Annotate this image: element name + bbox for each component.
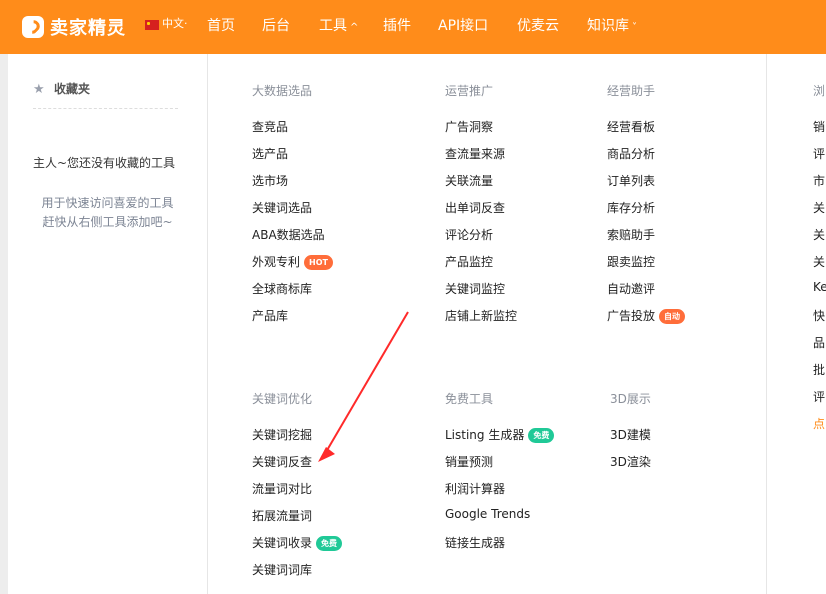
nav-api[interactable]: API接口 [438,14,488,38]
tool-link[interactable]: 索赔助手 [607,226,655,243]
tool-link[interactable]: 销量预测 [445,453,493,470]
top-navbar: 卖家精灵 中文· 首页 后台 工具 ^ 插件 API接口 优麦云 知识库 ˅ [0,0,826,54]
tool-link-partial[interactable]: 关 [813,199,825,216]
free-badge: 免费 [316,536,343,551]
tool-link-partial[interactable]: 快 [813,307,825,324]
nav-youmaiyun[interactable]: 优麦云 [517,14,559,38]
section-title-partial: 浏 [813,84,826,98]
logo-text: 卖家精灵 [50,18,126,39]
nav-admin[interactable]: 后台 [262,14,290,38]
tool-link[interactable]: 利润计算器 [445,480,505,497]
tool-link-partial[interactable]: Ke [813,280,826,294]
section-title: 经营助手 [607,84,656,98]
divider [33,108,178,109]
china-flag-icon[interactable] [145,20,159,30]
nav-knowledge-base[interactable]: 知识库 ˅ [587,14,637,38]
tool-link[interactable]: 关键词词库 [252,561,312,578]
tool-link[interactable]: 3D渲染 [610,453,651,470]
chevron-up-icon: ^ [350,22,359,33]
tool-link-partial[interactable]: 品 [813,334,825,351]
tool-link[interactable]: 订单列表 [607,172,655,189]
favorites-empty-message: 主人~您还没有收藏的工具 [33,156,176,170]
tool-link[interactable]: 产品库 [252,307,288,324]
hot-badge: HOT [304,255,333,270]
nav-plugins[interactable]: 插件 [383,14,411,38]
favorites-title: 收藏夹 [54,82,91,96]
star-icon: ★ [33,82,45,97]
tool-link-partial[interactable]: 点 [813,415,825,432]
tool-link-partial[interactable]: 市 [813,172,825,189]
tool-link-partial[interactable]: 关 [813,253,825,270]
favorites-hint: 用于快速访问喜爱的工具 赶快从右侧工具添加吧~ [41,196,174,229]
chevron-down-icon: ˅ [632,22,637,33]
tool-link[interactable]: 关键词选品 [252,199,312,216]
tool-link[interactable]: 选市场 [252,172,288,189]
tool-link[interactable]: ABA数据选品 [252,226,325,243]
nav-tools[interactable]: 工具 ^ [319,14,358,38]
language-switch[interactable]: 中文· [162,16,188,32]
section-title: 运营推广 [445,84,494,98]
tool-link-partial[interactable]: 销 [813,118,825,135]
tool-link-partial[interactable]: 关 [813,226,825,243]
tool-link[interactable]: 3D建模 [610,426,651,443]
favorites-sidebar [8,54,208,594]
tool-link[interactable]: 查竞品 [252,118,288,135]
tool-link[interactable]: 关联流量 [445,172,493,189]
tool-link[interactable]: 流量词对比 [252,480,312,497]
tool-link[interactable]: 广告投放 自动 [607,307,686,324]
logo-icon [22,16,44,38]
section-title: 关键词优化 [252,392,313,406]
nav-home[interactable]: 首页 [207,14,235,38]
section-title: 免费工具 [445,392,494,406]
tool-link[interactable]: 商品分析 [607,145,655,162]
tool-link[interactable]: 广告洞察 [445,118,493,135]
tool-link[interactable]: 选产品 [252,145,288,162]
tool-link[interactable]: 关键词挖掘 [252,426,312,443]
free-badge: 免费 [528,428,555,443]
tool-link[interactable]: 出单词反查 [445,199,505,216]
right-column-partial [766,54,826,594]
tool-link[interactable]: 产品监控 [445,253,493,270]
tool-link-partial[interactable]: 评 [813,145,825,162]
tool-link[interactable]: 经营看板 [607,118,655,135]
tool-link[interactable]: 拓展流量词 [252,507,312,524]
tool-link[interactable]: 查流量来源 [445,145,505,162]
tool-link[interactable]: 全球商标库 [252,280,312,297]
section-title: 3D展示 [610,392,651,406]
tool-link[interactable]: 评论分析 [445,226,493,243]
auto-badge: 自动 [659,309,686,324]
logo[interactable]: 卖家精灵 [22,12,126,42]
tool-link[interactable]: 库存分析 [607,199,655,216]
tool-link[interactable]: 跟卖监控 [607,253,655,270]
tool-link-partial[interactable]: 批 [813,361,825,378]
tool-link[interactable]: Listing 生成器 免费 [445,426,555,443]
tool-link[interactable]: Google Trends [445,507,530,521]
section-title: 大数据选品 [252,84,313,98]
tool-link[interactable]: 店铺上新监控 [445,307,517,324]
tool-link[interactable]: 外观专利 HOT [252,253,333,270]
tool-link[interactable]: 关键词收录 免费 [252,534,343,551]
tool-link-partial[interactable]: 评 [813,388,825,405]
tool-link[interactable]: 关键词反查 [252,453,312,470]
tool-link[interactable]: 链接生成器 [445,534,505,551]
tool-link[interactable]: 关键词监控 [445,280,505,297]
tool-link[interactable]: 自动邀评 [607,280,655,297]
